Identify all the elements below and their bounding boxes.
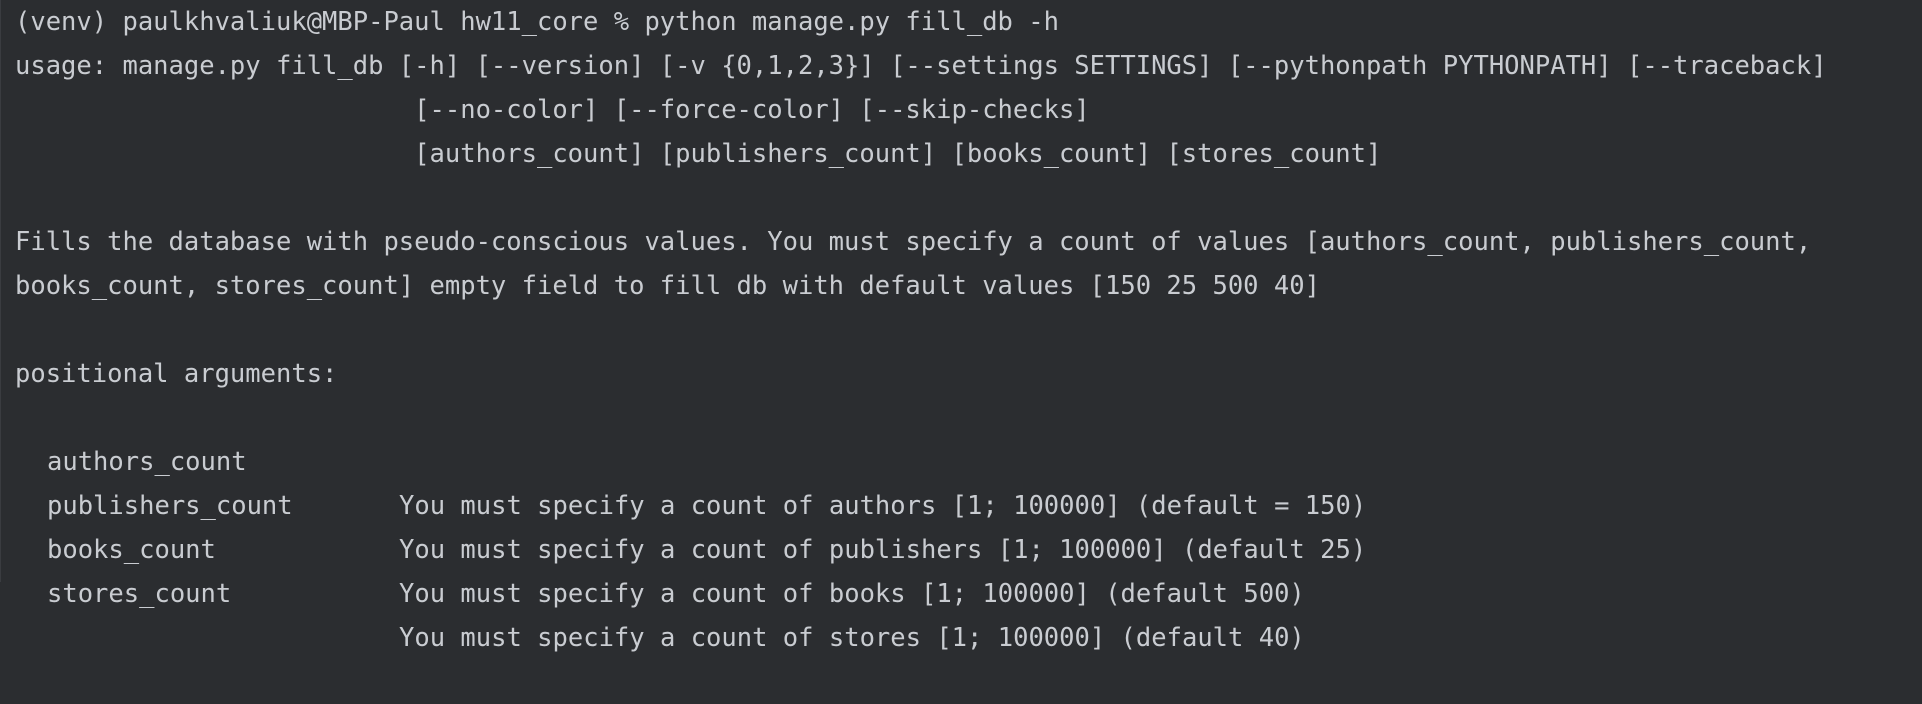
- argument-row-stores: stores_count You must specify a count of…: [1, 528, 1922, 653]
- argument-row-publishers: publishers_count You must specify a coun…: [1, 440, 1922, 565]
- usage-line-2: [--no-color] [--force-color] [--skip-che…: [15, 95, 1090, 125]
- command-prompt-line: (venv) paulkhvaliuk@MBP-Paul hw11_core %…: [15, 7, 1059, 37]
- description-line-1: Fills the database with pseudo-conscious…: [15, 227, 1812, 257]
- argument-help: You must specify a count of books [1; 10…: [399, 579, 1305, 609]
- argument-row-books: books_count You must specify a count of …: [1, 484, 1922, 609]
- terminal-output[interactable]: (venv) paulkhvaliuk@MBP-Paul hw11_core %…: [0, 0, 1922, 653]
- positional-arguments-header: positional arguments:: [15, 359, 338, 389]
- argument-name: stores_count: [47, 579, 232, 609]
- description-line-2: books_count, stores_count] empty field t…: [15, 271, 1320, 301]
- usage-line-3: [authors_count] [publishers_count] [book…: [15, 139, 1382, 169]
- argument-help: You must specify a count of stores [1; 1…: [399, 623, 1305, 653]
- usage-line-1: usage: manage.py fill_db [-h] [--version…: [15, 51, 1827, 81]
- argument-row-authors: authors_count You must specify a count o…: [1, 396, 1922, 521]
